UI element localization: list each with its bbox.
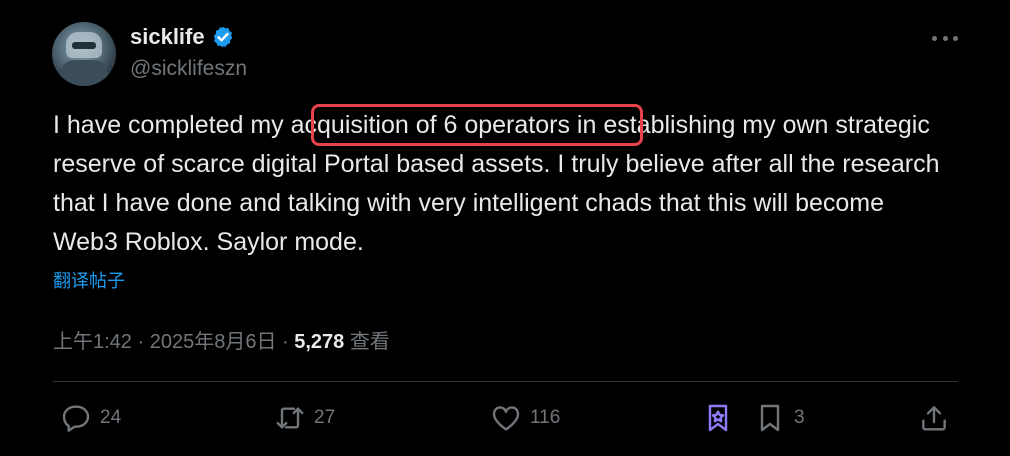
grok-bookmark-icon	[708, 404, 728, 432]
share-button[interactable]	[918, 402, 950, 434]
tweet-text-start: I have completed my	[53, 111, 291, 139]
highlight-annotation-box	[311, 104, 643, 146]
post-time[interactable]: 上午1:42	[53, 331, 132, 353]
repost-count: 27	[314, 407, 336, 428]
post-date[interactable]: 2025年8月6日	[150, 331, 277, 353]
author-name[interactable]: sicklife	[130, 24, 205, 50]
bookmark-icon	[760, 404, 780, 432]
repost-icon	[276, 407, 304, 429]
divider	[53, 381, 958, 382]
view-count: 5,278	[294, 331, 345, 353]
avatar-visor	[72, 42, 96, 49]
bookmark-count: 3	[794, 407, 805, 428]
reply-count: 24	[100, 407, 122, 428]
like-count: 116	[530, 407, 561, 428]
bookmark-button[interactable]: 3	[754, 402, 805, 434]
reply-icon	[62, 405, 90, 432]
meta-separator: ·	[276, 331, 295, 353]
author-handle[interactable]: @sicklifeszn	[130, 57, 247, 81]
avatar-body	[60, 60, 108, 86]
avatar[interactable]	[52, 22, 116, 86]
like-button[interactable]: 116	[490, 402, 560, 434]
reply-button[interactable]: 24	[60, 402, 121, 434]
more-options-icon[interactable]	[932, 28, 958, 48]
meta-separator: ·	[131, 331, 150, 353]
verified-badge-icon	[213, 26, 232, 48]
translate-post-link[interactable]: 翻译帖子	[53, 267, 125, 293]
tweet-metadata: 上午1:42 · 2025年8月6日 · 5,278 查看	[53, 325, 390, 354]
views-label: 查看	[344, 331, 390, 353]
heart-icon	[492, 406, 520, 431]
repost-button[interactable]: 27	[274, 402, 335, 434]
author-name-row: sicklife	[130, 24, 235, 50]
grok-button[interactable]	[702, 402, 734, 434]
share-icon	[922, 406, 946, 431]
